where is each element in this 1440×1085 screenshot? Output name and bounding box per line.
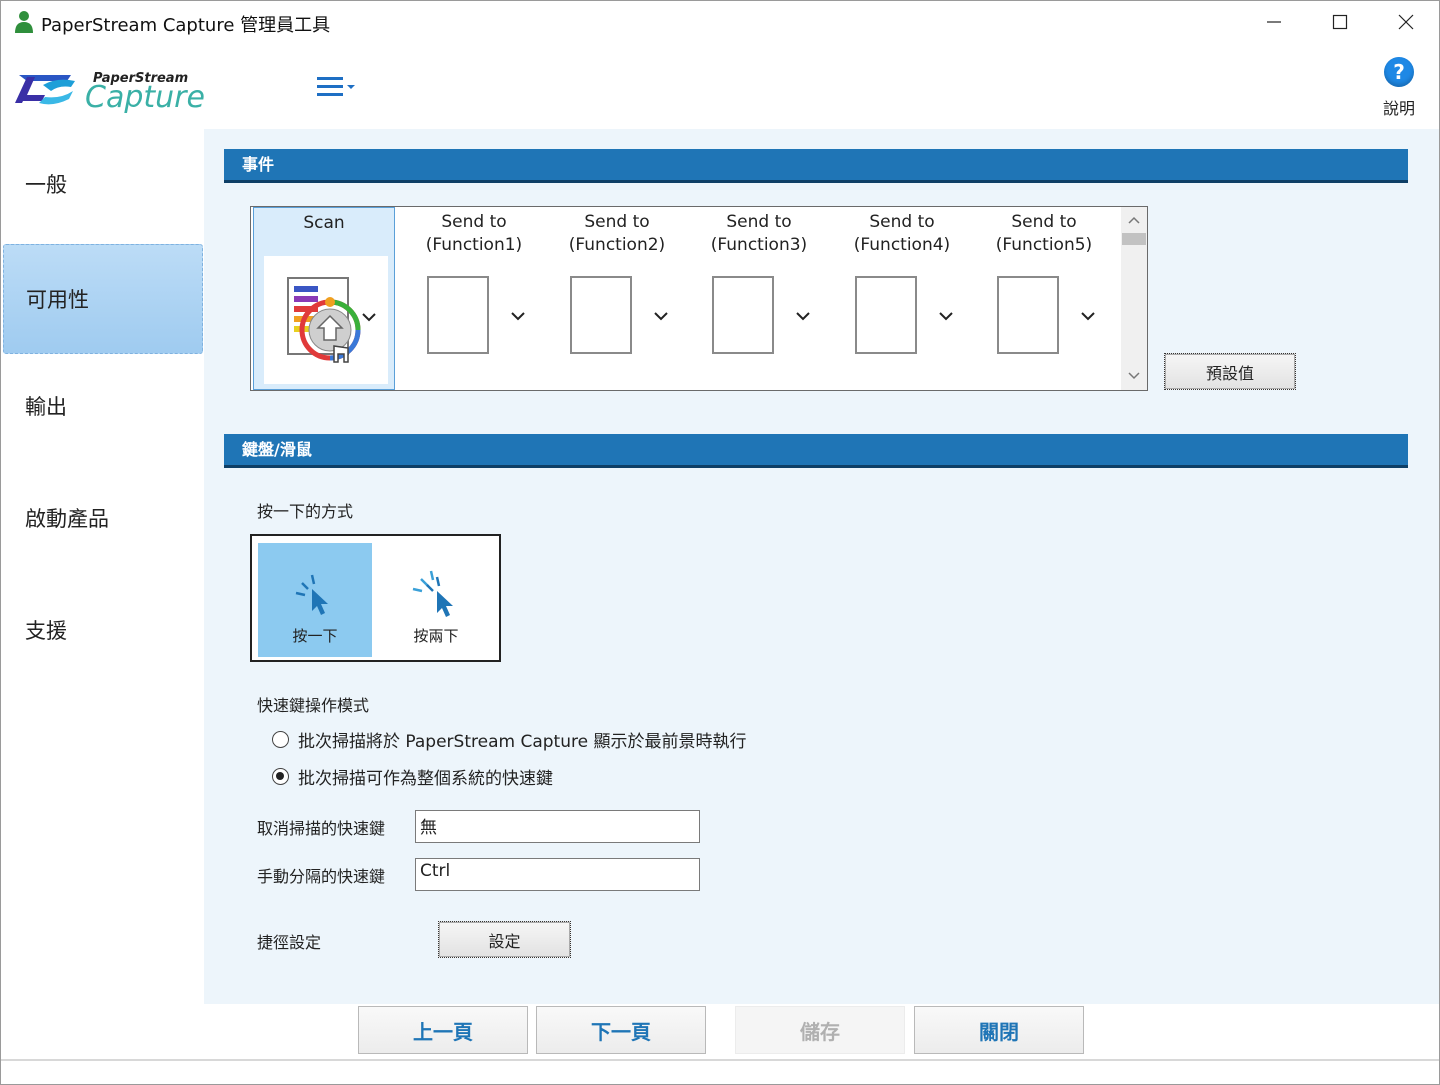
chevron-down-icon[interactable] bbox=[794, 307, 812, 325]
events-scrollbar[interactable] bbox=[1121, 207, 1147, 390]
radio-checked[interactable] bbox=[272, 768, 289, 785]
empty-app-slot bbox=[855, 276, 917, 354]
event-scan[interactable]: Scan bbox=[253, 207, 395, 390]
minimize-button[interactable] bbox=[1241, 1, 1307, 43]
scroll-up-icon bbox=[1128, 216, 1140, 224]
scroll-thumb bbox=[1122, 233, 1146, 245]
sidebar-item-general[interactable]: 一般 bbox=[3, 129, 203, 239]
next-page-button[interactable]: 下一頁 bbox=[536, 1006, 706, 1054]
footer-bar bbox=[1, 1004, 1439, 1084]
event-send-to-function5[interactable]: Send to (Function5) bbox=[973, 207, 1115, 390]
sidebar-item-activate-product[interactable]: 啟動產品 bbox=[3, 463, 203, 573]
double-click-cursor-icon bbox=[412, 570, 453, 617]
previous-page-button[interactable]: 上一頁 bbox=[358, 1006, 528, 1054]
empty-app-slot bbox=[997, 276, 1059, 354]
empty-app-slot bbox=[570, 276, 632, 354]
maximize-button[interactable] bbox=[1307, 1, 1373, 43]
click-mode-selector: 按一下 按兩下 bbox=[250, 534, 501, 662]
minimize-icon bbox=[1267, 21, 1281, 23]
events-section-header: 事件 bbox=[224, 149, 1408, 183]
paperstream-capture-logo: PaperStream Capture bbox=[15, 71, 205, 113]
window-title: PaperStream Capture 管理員工具 bbox=[41, 15, 331, 36]
radio-global-mode[interactable]: 批次掃描可作為整個系統的快速鍵 bbox=[272, 764, 553, 789]
hamburger-menu-button[interactable] bbox=[315, 75, 359, 101]
main-panel: 事件 Scan Send to (Function1) Send to (Fun… bbox=[204, 129, 1439, 1004]
empty-app-slot bbox=[712, 276, 774, 354]
click-mode-label: 按一下的方式 bbox=[257, 502, 354, 521]
help-button[interactable]: ? 說明 bbox=[1373, 55, 1425, 119]
close-icon bbox=[1398, 14, 1414, 30]
help-icon: ? bbox=[1384, 57, 1414, 87]
hotkey-mode-label: 快速鍵操作模式 bbox=[257, 696, 370, 715]
cancel-scan-hotkey-label: 取消掃描的快速鍵 bbox=[257, 819, 386, 838]
event-send-to-function4[interactable]: Send to (Function4) bbox=[831, 207, 973, 390]
chevron-down-icon[interactable] bbox=[652, 307, 670, 325]
event-title: Scan bbox=[303, 213, 345, 233]
chevron-down-icon[interactable] bbox=[937, 307, 955, 325]
shortcut-settings-label: 捷徑設定 bbox=[257, 933, 322, 952]
scroll-down-icon bbox=[1128, 372, 1140, 380]
chevron-down-icon[interactable] bbox=[360, 308, 378, 326]
double-click-option[interactable]: 按兩下 bbox=[379, 543, 493, 657]
sidebar: 一般 可用性 輸出 啟動產品 支援 bbox=[3, 129, 204, 1004]
close-button[interactable]: 關閉 bbox=[914, 1006, 1084, 1054]
event-send-to-function1[interactable]: Send to (Function1) bbox=[403, 207, 545, 390]
title-bar: PaperStream Capture 管理員工具 bbox=[1, 1, 1439, 45]
manual-separation-hotkey-label: 手動分隔的快速鍵 bbox=[257, 867, 386, 886]
radio-foreground-mode[interactable]: 批次掃描將於 PaperStream Capture 顯示於最前景時執行 bbox=[272, 727, 746, 752]
single-click-cursor-icon bbox=[295, 574, 328, 615]
sidebar-item-usability[interactable]: 可用性 bbox=[3, 244, 203, 354]
chevron-down-icon[interactable] bbox=[1079, 307, 1097, 325]
sidebar-item-output[interactable]: 輸出 bbox=[3, 351, 203, 461]
keyboard-mouse-section-header: 鍵盤/滑鼠 bbox=[224, 434, 1408, 468]
close-window-button[interactable] bbox=[1373, 1, 1439, 43]
footer-divider bbox=[1, 1059, 1439, 1061]
events-list: Scan Send to (Function1) Send to (Functi… bbox=[250, 206, 1148, 391]
maximize-icon bbox=[1332, 14, 1348, 30]
sidebar-item-support[interactable]: 支援 bbox=[3, 575, 203, 685]
radio-unchecked[interactable] bbox=[272, 731, 289, 748]
app-window: PaperStream Capture 管理員工具 PaperStream Ca… bbox=[0, 0, 1440, 1085]
manual-separation-hotkey-field[interactable]: Ctrl bbox=[415, 858, 700, 891]
shortcut-settings-button[interactable]: 設定 bbox=[438, 921, 571, 958]
logo-main-text: Capture bbox=[85, 80, 205, 113]
help-label: 說明 bbox=[1382, 99, 1415, 118]
empty-app-slot bbox=[427, 276, 489, 354]
app-icon bbox=[15, 11, 33, 33]
event-send-to-function2[interactable]: Send to (Function2) bbox=[546, 207, 688, 390]
cancel-scan-hotkey-field[interactable]: 無 bbox=[415, 810, 700, 843]
single-click-option[interactable]: 按一下 bbox=[258, 543, 372, 657]
event-send-to-function3[interactable]: Send to (Function3) bbox=[688, 207, 830, 390]
save-button[interactable]: 儲存 bbox=[735, 1006, 905, 1054]
default-values-button[interactable]: 預設值 bbox=[1164, 353, 1296, 390]
chevron-down-icon[interactable] bbox=[509, 307, 527, 325]
hamburger-menu-icon bbox=[317, 77, 355, 96]
